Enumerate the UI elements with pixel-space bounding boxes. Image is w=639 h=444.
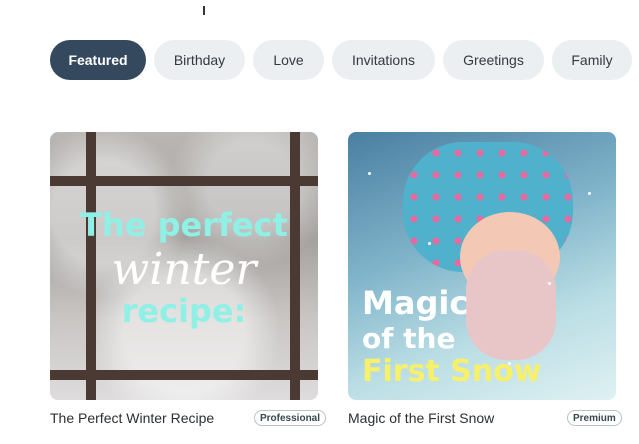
snowflake [368,172,371,175]
thumbnail-text: of the [362,322,456,355]
chip-invitations[interactable]: Invitations [332,40,435,80]
template-thumbnail[interactable]: Magic of the First Snow [348,132,616,400]
snowflake [548,282,551,285]
chip-family[interactable]: Family [552,40,632,80]
snowflake [588,192,591,195]
template-card[interactable]: Magic of the First Snow Magic of the Fir… [348,132,622,426]
thumbnail-text: The perfect [80,206,288,244]
snowflake [428,242,431,245]
thumbnail-text: Magic [362,284,469,322]
window-frame [50,370,318,380]
thumbnail-text: winter [111,244,257,295]
card-title: Magic of the First Snow [348,410,495,426]
knit-hat [466,250,556,360]
card-meta: Magic of the First Snow Premium [348,407,622,429]
tier-badge: Professional [254,410,327,426]
text-cursor [203,6,205,15]
thumbnail-text: recipe: [121,292,247,330]
chip-love[interactable]: Love [253,40,324,80]
chip-featured[interactable]: Featured [50,40,146,80]
card-title: The Perfect Winter Recipe [50,410,215,426]
chip-birthday[interactable]: Birthday [154,40,245,80]
card-meta: The Perfect Winter Recipe Professional [50,407,327,429]
template-card[interactable]: The perfect winter recipe: The Perfect W… [50,132,327,426]
template-thumbnail[interactable]: The perfect winter recipe: [50,132,318,400]
thumbnail-text: First Snow [362,354,542,389]
tier-badge: Premium [567,410,622,426]
chip-greetings[interactable]: Greetings [443,40,544,80]
